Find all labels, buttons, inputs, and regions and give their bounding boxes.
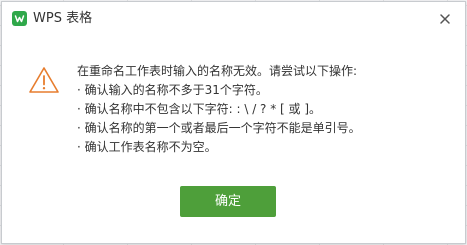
message-line: 在重命名工作表时输入的名称无效。请尝试以下操作: <box>77 64 358 78</box>
ok-button[interactable]: 确定 <box>180 186 276 217</box>
error-dialog: WPS 表格 在重命名工作表时输入的名称无效。请尝试以下操作: · 确认输入的名… <box>1 1 466 244</box>
message-line: · 确认工作表名称不为空。 <box>77 140 217 154</box>
wps-logo-icon <box>12 11 27 26</box>
dialog-title: WPS 表格 <box>33 11 93 26</box>
message-line: · 确认输入的名称不多于31个字符。 <box>77 83 268 97</box>
message-line: · 确认名称中不包含以下字符: : \ / ? * [ 或 ]。 <box>77 102 322 116</box>
message-line: · 确认名称的第一个或者最后一个字符不能是单引号。 <box>77 121 361 135</box>
dialog-titlebar: WPS 表格 <box>2 2 465 35</box>
warning-triangle-icon <box>28 66 60 94</box>
error-message: 在重命名工作表时输入的名称无效。请尝试以下操作: · 确认输入的名称不多于31个… <box>77 62 447 157</box>
close-icon[interactable] <box>435 9 455 29</box>
